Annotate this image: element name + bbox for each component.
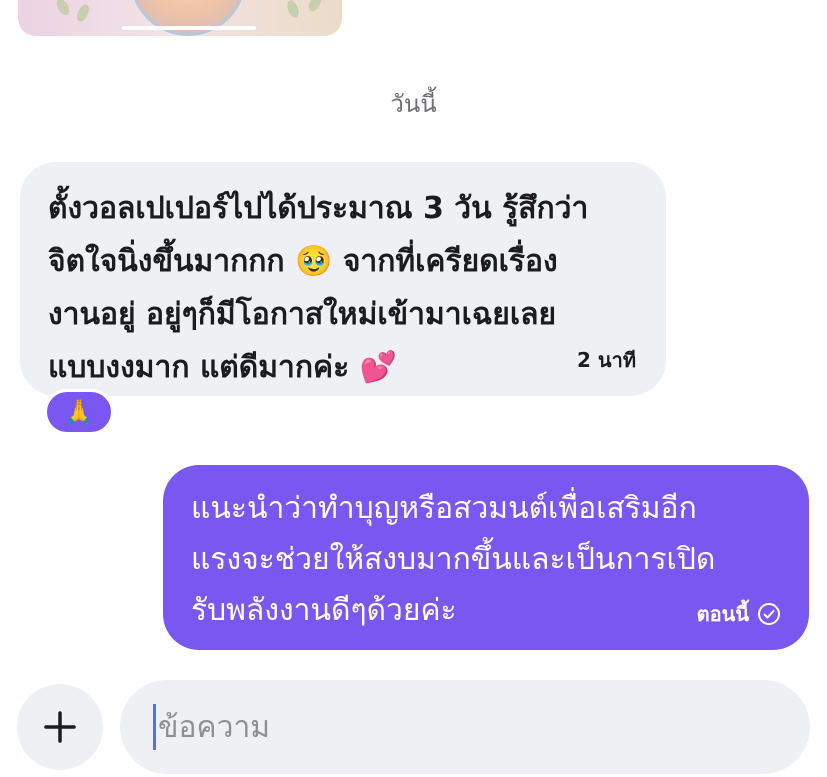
outgoing-message-text: แนะนำว่าทำบุญหรือสวมนต์เพื่อเสริมอีก แรง…	[191, 491, 716, 628]
incoming-message-time: 2 นาที	[577, 348, 636, 372]
message-input-placeholder: ข้อความ	[158, 709, 271, 745]
reaction-badge[interactable]: 🙏	[44, 389, 114, 435]
leaf-decoration	[74, 2, 92, 24]
outgoing-message-time: ตอนนี้	[696, 602, 749, 626]
check-circle-icon	[758, 603, 780, 625]
leaf-decoration	[306, 0, 324, 14]
leaf-decoration	[54, 0, 72, 18]
image-attachment-preview[interactable]	[18, 0, 342, 36]
outgoing-message-bubble[interactable]: แนะนำว่าทำบุญหรือสวมนต์เพื่อเสริมอีก แรง…	[163, 465, 809, 650]
add-attachment-button[interactable]	[17, 684, 103, 770]
leaf-decoration	[285, 0, 301, 20]
text-caret	[153, 704, 156, 750]
date-divider: วันนี้	[390, 90, 437, 118]
message-status: ตอนนี้	[697, 598, 781, 630]
image-orb	[130, 0, 246, 36]
plus-icon	[44, 711, 76, 743]
incoming-message-text: ตั้งวอลเปเปอร์ไปได้ประมาณ 3 วัน รู้สึกว่…	[48, 191, 589, 385]
message-input[interactable]: ข้อความ	[120, 680, 810, 774]
incoming-message-bubble[interactable]: ตั้งวอลเปเปอร์ไปได้ประมาณ 3 วัน รู้สึกว่…	[20, 162, 666, 396]
chat-screen: วันนี้ ตั้งวอลเปเปอร์ไปได้ประมาณ 3 วัน ร…	[0, 0, 827, 777]
image-progress-bar	[122, 26, 256, 30]
